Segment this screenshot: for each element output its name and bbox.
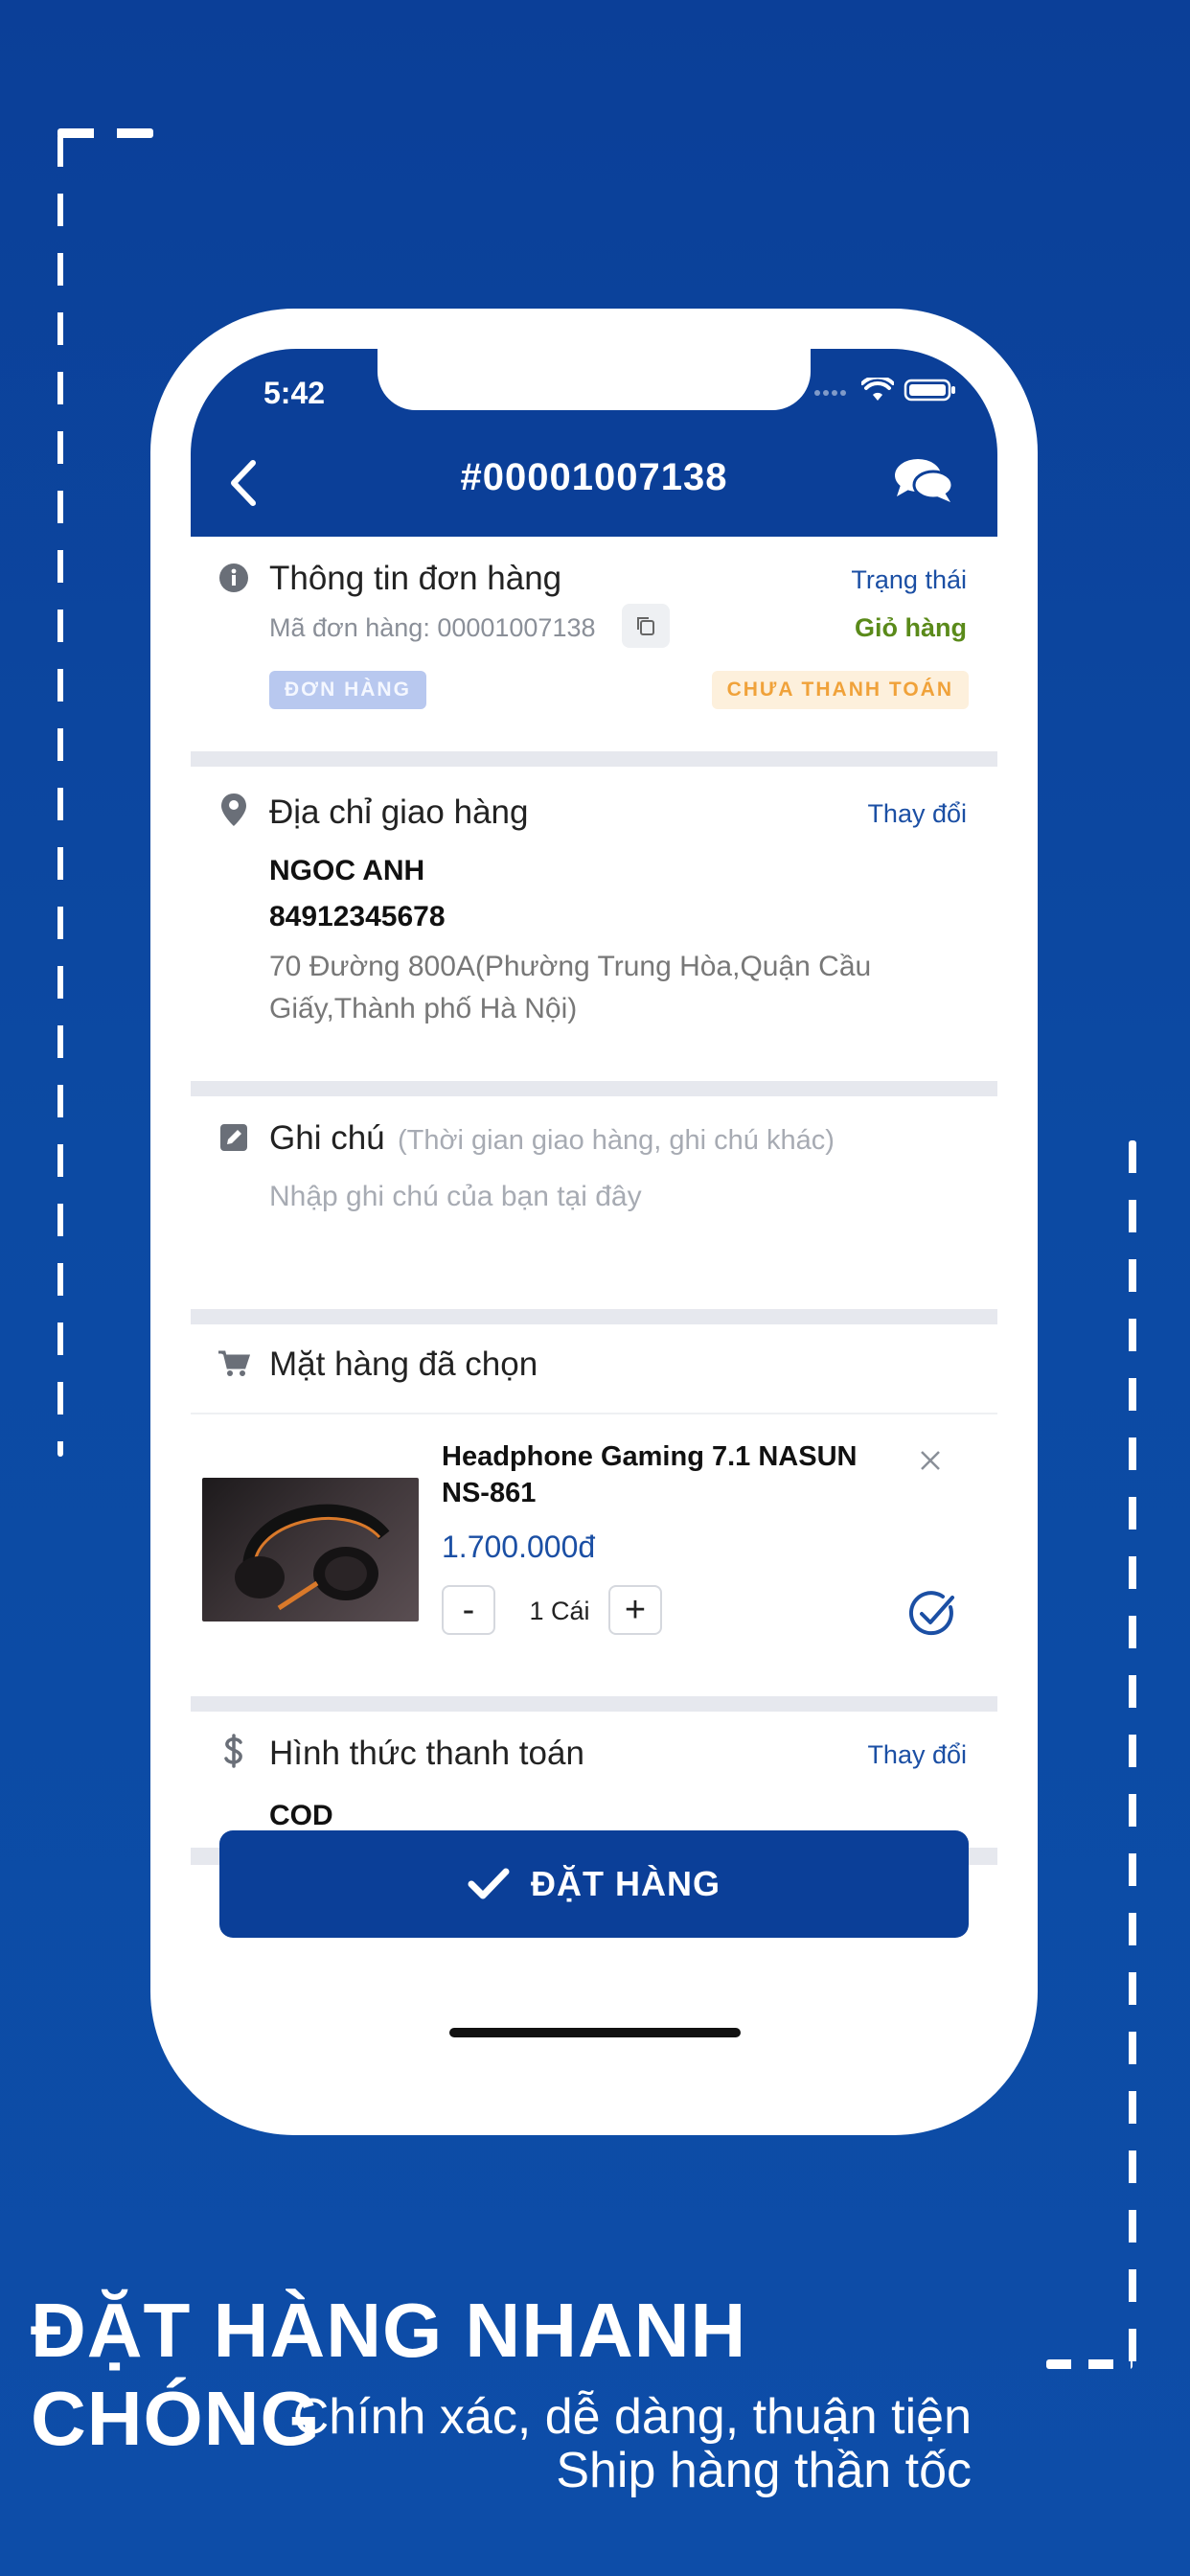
app-bar: 5:42 #00001007138 [191, 349, 997, 537]
address-line-2: Giấy,Thành phố Hà Nội) [269, 993, 578, 1024]
note-hint: (Thời gian giao hàng, ghi chú khác) [398, 1125, 835, 1156]
decrease-quantity-button[interactable]: - [442, 1585, 495, 1635]
change-payment-link[interactable]: Thay đổi [867, 1740, 967, 1770]
status-value: Giỏ hàng [855, 613, 967, 642]
phone-screen: 5:42 #00001007138 Thông tin đơn hàng Trạ… [191, 349, 997, 2095]
order-info-section: Thông tin đơn hàng Trạng thái Mã đơn hàn… [191, 537, 997, 751]
dollar-icon [217, 1734, 250, 1768]
address-line-1: 70 Đường 800A(Phường Trung Hòa,Quận Cầu [269, 951, 872, 982]
checkmark-icon [468, 1868, 510, 1899]
selected-items-section: Mặt hàng đã chọn Headphone Gaming 7.1 NA… [191, 1324, 997, 1696]
product-image [202, 1478, 419, 1622]
shipping-section: Địa chỉ giao hàng Thay đổi NGOC ANH 8491… [191, 767, 997, 1081]
edit-note-icon [217, 1121, 250, 1154]
items-title: Mặt hàng đã chọn [269, 1346, 538, 1383]
battery-icon [904, 378, 957, 407]
cart-icon [217, 1347, 250, 1380]
decorative-dash-left [57, 134, 63, 1457]
promo-subline-2: Ship hàng thần tốc [556, 2443, 972, 2498]
status-time: 5:42 [263, 376, 326, 410]
increase-quantity-button[interactable]: + [608, 1585, 662, 1635]
location-pin-icon [217, 794, 250, 826]
product-name-line-1: Headphone Gaming 7.1 NASUN [442, 1441, 858, 1472]
payment-title: Hình thức thanh toán [269, 1735, 584, 1772]
check-circle-icon [908, 1591, 954, 1636]
section-divider [191, 1081, 997, 1096]
info-icon [217, 562, 250, 594]
section-divider [191, 1696, 997, 1712]
decorative-dash-right [1129, 1140, 1136, 2367]
remove-item-button[interactable] [911, 1441, 950, 1480]
order-info-title: Thông tin đơn hàng [269, 560, 562, 597]
signal-icon [813, 383, 852, 402]
recipient-name: NGOC ANH [269, 855, 425, 886]
order-code: Mã đơn hàng: 00001007138 [269, 613, 596, 642]
select-item-checkbox[interactable] [904, 1585, 961, 1643]
section-divider [191, 1309, 997, 1324]
place-order-label: ĐẶT HÀNG [531, 1864, 721, 1903]
status-label: Trạng thái [851, 565, 967, 594]
order-type-badge: ĐƠN HÀNG [269, 671, 426, 709]
payment-method: COD [269, 1800, 333, 1831]
headphone-image [235, 1504, 390, 1611]
close-icon [921, 1451, 940, 1470]
chat-button[interactable] [890, 452, 957, 510]
status-icons [813, 375, 967, 407]
phone-notch [378, 349, 811, 410]
wifi-icon [860, 375, 895, 407]
decorative-dash-bottom [1046, 2359, 1133, 2369]
note-section: Ghi chú (Thời gian giao hàng, ghi chú kh… [191, 1096, 997, 1309]
promo-subline-1: Chính xác, dễ dàng, thuận tiện [292, 2389, 972, 2445]
quantity-value: 1 Cái [529, 1597, 590, 1625]
section-divider [191, 751, 997, 767]
home-indicator [449, 2028, 741, 2037]
copy-icon [637, 617, 654, 635]
product-name-line-2: NS-861 [442, 1478, 537, 1508]
decorative-dash-top [57, 128, 153, 138]
product-price: 1.700.000đ [442, 1530, 596, 1564]
payment-status-badge: CHƯA THANH TOÁN [711, 671, 969, 709]
copy-button[interactable] [622, 604, 670, 648]
items-header-divider [191, 1413, 997, 1414]
chat-icon [895, 459, 954, 502]
phone-frame: 5:42 #00001007138 Thông tin đơn hàng Trạ… [150, 309, 1038, 2135]
note-input[interactable]: Nhập ghi chú của bạn tại đây [269, 1177, 959, 1234]
shipping-title: Địa chỉ giao hàng [269, 794, 529, 831]
place-order-button[interactable]: ĐẶT HÀNG [219, 1830, 969, 1938]
order-number-title: #00001007138 [460, 456, 728, 498]
recipient-phone: 84912345678 [269, 901, 446, 932]
note-title: Ghi chú [269, 1119, 385, 1157]
change-address-link[interactable]: Thay đổi [867, 799, 967, 829]
